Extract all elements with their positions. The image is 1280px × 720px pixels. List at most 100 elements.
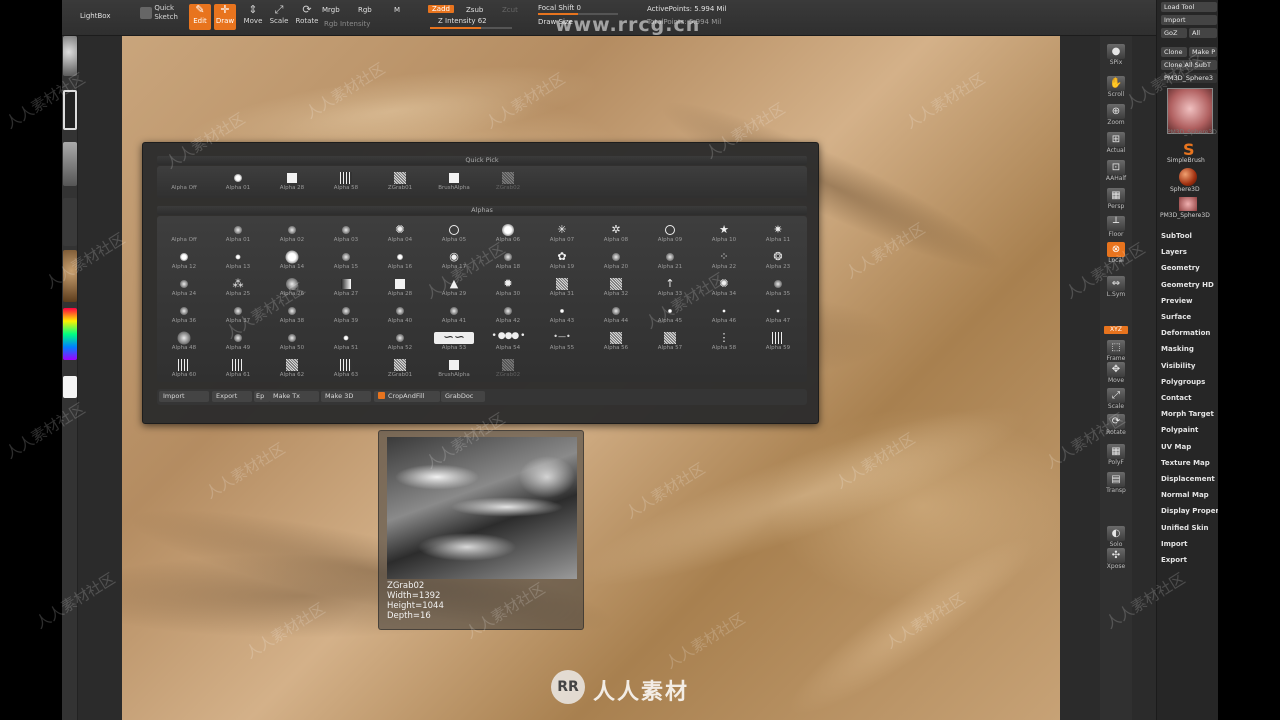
crop-and-fill-button[interactable]: CropAndFill bbox=[374, 391, 440, 402]
shelf-frame-button[interactable]: ⬚ Frame bbox=[1102, 340, 1130, 364]
clone-button[interactable]: Clone bbox=[1161, 47, 1187, 57]
alpha-cell[interactable]: BrushAlpha bbox=[427, 355, 481, 382]
shelf-persp-button[interactable]: ▦ Persp bbox=[1102, 188, 1130, 212]
alpha-cell[interactable]: ▲ Alpha 29 bbox=[427, 274, 481, 301]
import-alpha-button[interactable]: Import bbox=[159, 391, 209, 402]
tool-menu-export[interactable]: Export bbox=[1161, 556, 1187, 564]
alpha-cell[interactable]: Alpha 12 bbox=[157, 247, 211, 274]
z-intensity-slider[interactable]: Z Intensity 62 bbox=[438, 17, 487, 25]
alpha-cell[interactable]: Alpha 60 bbox=[157, 355, 211, 382]
zcut-button[interactable]: Zcut bbox=[502, 6, 518, 14]
shelf-local-button[interactable]: ⊗ Local bbox=[1102, 242, 1130, 266]
alpha-cell[interactable]: Alpha 28 bbox=[373, 274, 427, 301]
tool-menu-subtool[interactable]: SubTool bbox=[1161, 232, 1192, 240]
alpha-cell[interactable]: Alpha 56 bbox=[589, 328, 643, 355]
alpha-cell[interactable]: Alpha 48 bbox=[157, 328, 211, 355]
shelf-polyf-button[interactable]: ▦ PolyF bbox=[1102, 444, 1130, 468]
alpha-cell[interactable]: Alpha 28 bbox=[265, 168, 319, 195]
alpha-cell[interactable]: ✺ Alpha 34 bbox=[697, 274, 751, 301]
alpha-cell[interactable]: Alpha 09 bbox=[643, 220, 697, 247]
alpha-cell[interactable]: ZGrab01 bbox=[373, 168, 427, 195]
xyz-symmetry-badge[interactable]: XYZ bbox=[1104, 326, 1128, 334]
alpha-cell[interactable]: Alpha 46 bbox=[697, 301, 751, 328]
crop-toggle-icon[interactable] bbox=[378, 392, 385, 399]
shelf-xpose-button[interactable]: ✣ Xpose bbox=[1102, 548, 1130, 572]
tool-menu-display-proper[interactable]: Display Proper bbox=[1161, 507, 1218, 515]
tool-menu-polypaint[interactable]: Polypaint bbox=[1161, 426, 1198, 434]
alpha-cell[interactable]: Alpha 49 bbox=[211, 328, 265, 355]
shelf-solo-button[interactable]: ◐ Solo bbox=[1102, 526, 1130, 550]
tool-menu-import[interactable]: Import bbox=[1161, 540, 1188, 548]
load-tool-button[interactable]: Load Tool bbox=[1161, 2, 1217, 12]
shelf-move-button[interactable]: ✥ Move bbox=[1102, 362, 1130, 386]
tool-menu-texture-map[interactable]: Texture Map bbox=[1161, 459, 1210, 467]
alpha-cell[interactable]: BrushAlpha bbox=[427, 168, 481, 195]
alpha-cell[interactable]: Alpha 20 bbox=[589, 247, 643, 274]
alpha-cell[interactable]: Alpha 55 bbox=[535, 328, 589, 355]
make-polymesh-button[interactable]: Make P bbox=[1189, 47, 1217, 57]
tool-menu-surface[interactable]: Surface bbox=[1161, 313, 1191, 321]
m-button[interactable]: M bbox=[394, 6, 400, 14]
shelf-scroll-button[interactable]: ✋ Scroll bbox=[1102, 76, 1130, 100]
make-3d-button[interactable]: Make 3D bbox=[321, 391, 371, 402]
alpha-cell[interactable]: Alpha 35 bbox=[751, 274, 805, 301]
shelf-spix-button[interactable]: ● SPix bbox=[1102, 44, 1130, 68]
draw-button[interactable]: ✛ Draw bbox=[214, 4, 236, 30]
alpha-cell[interactable]: Alpha 39 bbox=[319, 301, 373, 328]
alpha-cell[interactable]: Alpha 03 bbox=[319, 220, 373, 247]
color-picker[interactable] bbox=[63, 308, 77, 360]
tool-menu-deformation[interactable]: Deformation bbox=[1161, 329, 1210, 337]
alpha-cell[interactable]: Alpha 50 bbox=[265, 328, 319, 355]
lightbox-button[interactable]: LightBox bbox=[80, 12, 110, 20]
alpha-cell[interactable]: Alpha 54 bbox=[481, 328, 535, 355]
quick-sketch-button[interactable]: Quick Sketch bbox=[134, 4, 184, 30]
make-texture-button[interactable]: Make Tx bbox=[269, 391, 319, 402]
ep-button[interactable]: Ep bbox=[254, 391, 270, 402]
brush-thumbnail[interactable] bbox=[63, 36, 77, 76]
alpha-cell[interactable]: ✹ Alpha 30 bbox=[481, 274, 535, 301]
alpha-cell[interactable]: Alpha 32 bbox=[589, 274, 643, 301]
texture-thumbnail[interactable] bbox=[63, 198, 77, 246]
alpha-cell[interactable]: Alpha 36 bbox=[157, 301, 211, 328]
focal-shift-slider[interactable]: Focal Shift 0 bbox=[538, 4, 581, 12]
alpha-cell[interactable]: Alpha 37 bbox=[211, 301, 265, 328]
alpha-cell[interactable]: Alpha 41 bbox=[427, 301, 481, 328]
z-intensity-track[interactable] bbox=[430, 27, 512, 29]
tool-menu-normal-map[interactable]: Normal Map bbox=[1161, 491, 1209, 499]
alpha-cell[interactable]: ◉ Alpha 17 bbox=[427, 247, 481, 274]
alpha-cell[interactable]: Alpha 27 bbox=[319, 274, 373, 301]
alpha-cell[interactable]: Alpha 26 bbox=[265, 274, 319, 301]
alpha-cell[interactable]: ⁘ Alpha 22 bbox=[697, 247, 751, 274]
current-tool-name[interactable]: PM3D_Sphere3 bbox=[1161, 73, 1217, 83]
alpha-cell[interactable]: Alpha 24 bbox=[157, 274, 211, 301]
rgb-intensity-slider[interactable]: Rgb Intensity bbox=[324, 20, 370, 28]
alpha-cell[interactable]: Alpha 31 bbox=[535, 274, 589, 301]
goz-all-button[interactable]: All bbox=[1189, 28, 1217, 38]
zadd-button[interactable]: Zadd bbox=[428, 5, 454, 13]
alpha-cell[interactable]: ⁂ Alpha 25 bbox=[211, 274, 265, 301]
alpha-cell[interactable]: Alpha 40 bbox=[373, 301, 427, 328]
shelf-zoom-button[interactable]: ⊕ Zoom bbox=[1102, 104, 1130, 128]
alpha-cell[interactable]: ✳ Alpha 07 bbox=[535, 220, 589, 247]
alpha-cell[interactable]: Alpha 53 bbox=[427, 328, 481, 355]
material-thumbnail[interactable] bbox=[63, 250, 77, 302]
alpha-thumbnail[interactable] bbox=[63, 142, 77, 186]
alpha-cell[interactable]: Alpha 15 bbox=[319, 247, 373, 274]
alpha-cell[interactable]: Alpha 38 bbox=[265, 301, 319, 328]
shelf-transp-button[interactable]: ▤ Transp bbox=[1102, 472, 1130, 496]
goz-button[interactable]: GoZ bbox=[1161, 28, 1187, 38]
alpha-cell[interactable]: ✲ Alpha 08 bbox=[589, 220, 643, 247]
alpha-cell[interactable]: Alpha Off bbox=[157, 168, 211, 195]
alpha-cell[interactable]: ZGrab02 bbox=[481, 355, 535, 382]
alpha-cell[interactable]: ZGrab02 bbox=[481, 168, 535, 195]
alpha-cell[interactable]: Alpha 47 bbox=[751, 301, 805, 328]
export-alpha-button[interactable]: Export bbox=[212, 391, 252, 402]
tool-menu-visibility[interactable]: Visibility bbox=[1161, 362, 1195, 370]
alpha-cell[interactable]: Alpha 52 bbox=[373, 328, 427, 355]
mrgb-button[interactable]: Mrgb bbox=[322, 6, 340, 14]
pm3d-sphere-icon[interactable] bbox=[1179, 197, 1197, 211]
tool-menu-uv-map[interactable]: UV Map bbox=[1161, 443, 1191, 451]
tool-menu-geometry-hd[interactable]: Geometry HD bbox=[1161, 281, 1214, 289]
tool-menu-polygroups[interactable]: Polygroups bbox=[1161, 378, 1205, 386]
grab-doc-button[interactable]: GrabDoc bbox=[441, 391, 485, 402]
